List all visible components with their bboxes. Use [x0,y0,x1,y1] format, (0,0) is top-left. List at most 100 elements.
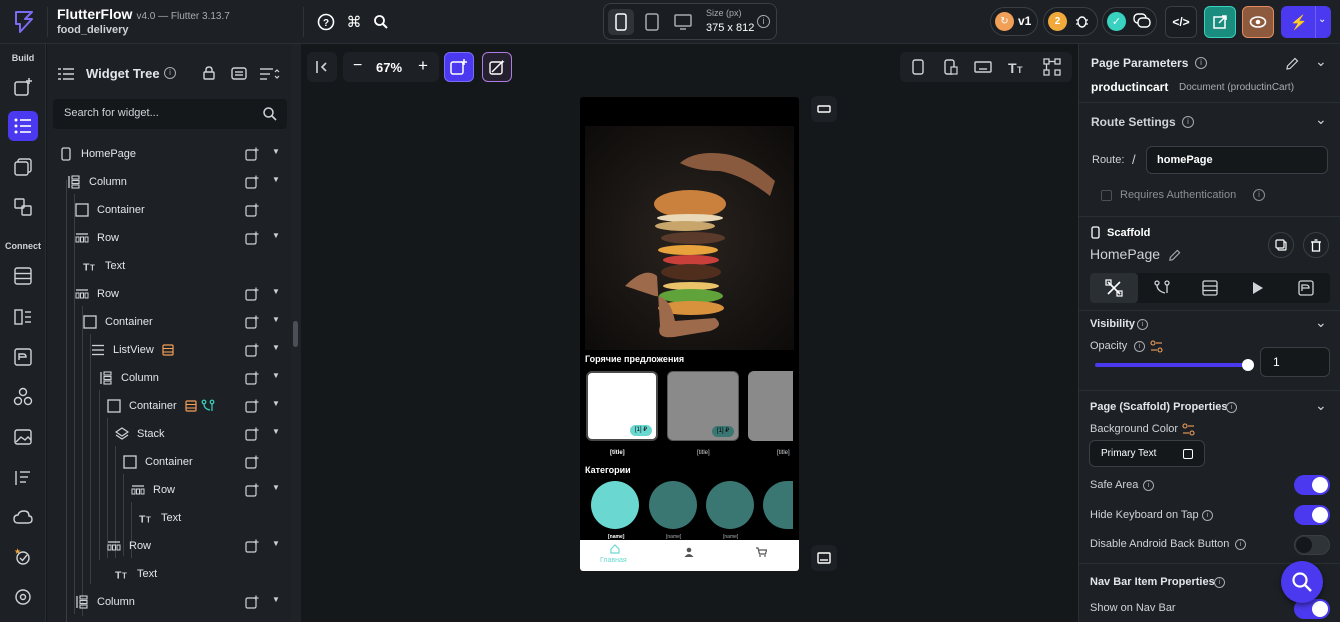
device-frame-icon[interactable] [912,59,924,75]
add-child-icon[interactable] [245,343,259,357]
offer-card[interactable]: [1] ₽ [667,371,739,441]
disable-back-toggle[interactable] [1294,535,1330,555]
copy-button[interactable] [1268,232,1294,258]
tree-item[interactable]: T T Text [47,254,291,278]
info-icon[interactable]: i [1134,341,1145,352]
category-circle[interactable] [763,481,793,529]
offer-card[interactable] [748,371,793,441]
add-child-icon[interactable] [245,231,259,245]
device-keyboard-icon[interactable] [944,59,958,75]
tree-item[interactable]: T T Text [47,562,291,586]
category-circle[interactable] [706,481,754,529]
open-external-button[interactable] [1204,6,1236,38]
caret-down-icon[interactable]: ▼ [272,427,280,436]
notifications-pill[interactable]: 2 [1043,7,1098,36]
caret-down-icon[interactable]: ▼ [272,399,280,408]
zoom-in-button[interactable]: + [418,56,428,76]
tab-properties[interactable] [1090,273,1138,303]
add-child-icon[interactable] [245,315,259,329]
info-icon[interactable]: i [1253,189,1265,201]
info-icon[interactable]: i [1226,402,1237,413]
tab-backend[interactable] [1186,273,1234,303]
tree-item[interactable]: HomePage ▼ [47,142,291,166]
info-icon[interactable]: i [1182,116,1194,128]
info-icon[interactable]: i [1202,510,1213,521]
tree-item[interactable]: Column ▼ [47,590,291,614]
tab-animations[interactable] [1234,273,1282,303]
opacity-slider-thumb[interactable] [1242,359,1254,371]
caret-down-icon[interactable]: ▼ [272,287,280,296]
add-child-icon[interactable] [245,595,259,609]
category-circle[interactable] [591,481,639,529]
tree-item[interactable]: ListView ▼ [47,338,291,362]
edit-icon[interactable] [1285,57,1299,71]
safe-area-toggle[interactable] [1294,475,1330,495]
tablet-device-button[interactable] [639,9,665,35]
widget-search-input[interactable]: Search for widget... [53,99,287,129]
info-icon[interactable]: i [1195,57,1207,69]
add-child-icon[interactable] [245,147,259,161]
chevron-down-icon[interactable]: ⌄ [1315,111,1327,128]
zoom-out-button[interactable]: − [353,57,362,75]
help-icon[interactable]: ? [316,12,336,32]
info-icon[interactable]: i [164,67,176,79]
sort-icon[interactable] [260,68,280,83]
category-circle[interactable] [649,481,697,529]
collapse-icon[interactable] [231,67,247,83]
caret-down-icon[interactable]: ▼ [272,483,280,492]
ai-agent-icon[interactable]: ★ [8,542,38,572]
command-icon[interactable]: ⌘ [344,12,364,32]
chevron-down-icon[interactable]: ⌄ [1315,397,1327,414]
project-name[interactable]: food_delivery [57,24,129,36]
add-child-icon[interactable] [245,371,259,385]
info-icon[interactable]: i [757,15,770,28]
offer-card[interactable]: [1] ₽ [586,371,658,441]
tree-item[interactable]: Column ▼ [47,170,291,194]
widget-tree-icon[interactable] [8,111,38,141]
api-icon[interactable] [8,302,38,332]
route-input[interactable]: homePage [1146,146,1328,174]
variable-icon[interactable] [1150,340,1163,353]
lock-icon[interactable] [203,66,215,83]
widget-tree-scrollbar[interactable] [291,44,301,622]
desktop-device-button[interactable] [670,9,696,35]
caret-down-icon[interactable]: ▼ [272,175,280,184]
mobile-device-button[interactable] [608,9,634,35]
app-state-icon[interactable] [8,342,38,372]
zoom-level[interactable]: 67% [376,60,402,75]
tree-item[interactable]: T T Text [47,506,291,530]
run-button[interactable]: ⚡ ⌄ [1281,6,1331,38]
tree-item[interactable]: Row ▼ [47,282,291,306]
keyboard-icon[interactable] [974,61,992,73]
edit-icon[interactable] [1168,249,1181,262]
info-icon[interactable]: i [1235,539,1246,550]
add-child-icon[interactable] [245,399,259,413]
tab-actions[interactable] [1138,273,1186,303]
side-button-bottom[interactable] [811,545,837,571]
phone-preview[interactable]: Горячие предложения [1] ₽ [1] ₽ [title] … [580,97,799,571]
add-child-icon[interactable] [245,455,259,469]
database-icon[interactable] [8,261,38,291]
ai-gen-button[interactable]: ✦ [482,52,512,82]
delete-button[interactable] [1303,232,1329,258]
cart-icon[interactable] [756,547,767,557]
opacity-input[interactable]: 1 [1260,347,1330,377]
nav-home-label[interactable]: Главная [600,557,627,564]
hide-keyboard-toggle[interactable] [1294,505,1330,525]
tab-state[interactable] [1282,273,1330,303]
cloud-icon[interactable] [8,503,38,533]
caret-down-icon[interactable]: ▼ [272,315,280,324]
add-child-icon[interactable] [245,483,259,497]
tree-item[interactable]: Row ▼ [47,226,291,250]
collapse-panel-button[interactable] [307,52,337,82]
caret-down-icon[interactable]: ▼ [272,343,280,352]
caret-down-icon[interactable]: ▼ [272,595,280,604]
add-child-icon[interactable] [245,175,259,189]
caret-down-icon[interactable]: ▼ [272,371,280,380]
variable-icon[interactable] [1182,423,1195,436]
info-icon[interactable]: i [1137,319,1148,330]
tree-item[interactable]: Row ▼ [47,534,291,558]
search-fab[interactable] [1281,561,1323,603]
add-child-icon[interactable] [245,203,259,217]
info-icon[interactable]: i [1214,577,1225,588]
